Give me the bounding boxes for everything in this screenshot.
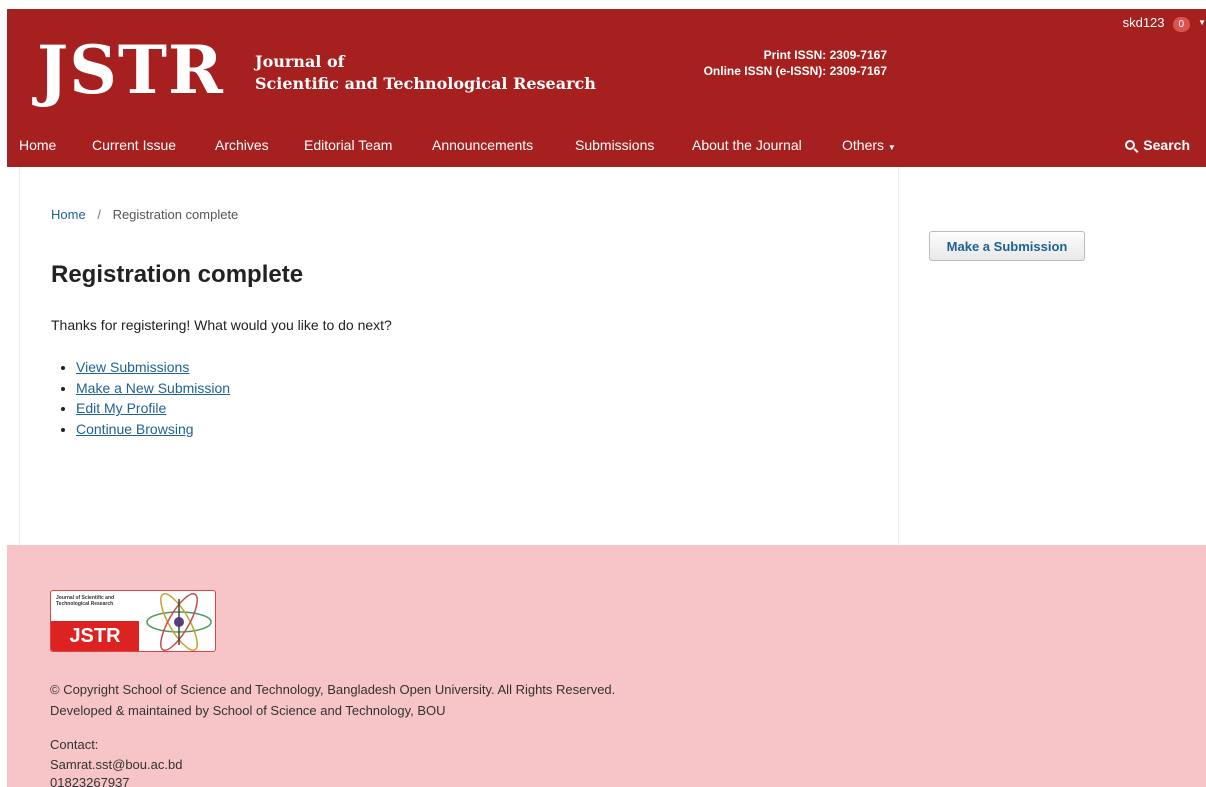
next-steps-list: View Submissions Make a New Submission E…: [76, 357, 230, 439]
main-nav: Home Current Issue Archives Editorial Te…: [7, 131, 1206, 159]
developed-text: Developed & maintained by School of Scie…: [50, 703, 446, 718]
nav-item-about[interactable]: About the Journal: [692, 137, 802, 153]
list-item: Continue Browsing: [76, 419, 230, 440]
print-issn: Print ISSN: 2309-7167: [763, 48, 887, 62]
continue-browsing-link[interactable]: Continue Browsing: [76, 421, 194, 437]
nav-item-others-label: Others: [842, 137, 885, 153]
nav-item-archives[interactable]: Archives: [215, 137, 269, 153]
search-label: Search: [1143, 137, 1190, 153]
site-footer: Journal of Scientific and Technological …: [7, 545, 1206, 787]
contact-email: Samrat.sst@bou.ac.bd: [50, 757, 183, 772]
search-icon: [1125, 140, 1136, 150]
nav-item-announcements[interactable]: Announcements: [432, 137, 533, 153]
nav-item-others[interactable]: Others ▼: [842, 137, 896, 153]
list-item: View Submissions: [76, 357, 230, 378]
journal-title-line1: Journal of: [255, 52, 345, 71]
main-content: Home / Registration complete Registratio…: [19, 167, 899, 545]
footer-logo-text: JSTR: [51, 621, 139, 651]
chevron-down-icon: ▼: [887, 143, 896, 152]
footer-logo-small-text: Journal of Scientific and Technological …: [56, 595, 115, 607]
online-issn: Online ISSN (e-ISSN): 2309-7167: [703, 64, 887, 78]
list-item: Make a New Submission: [76, 378, 230, 399]
copyright-text: © Copyright School of Science and Techno…: [50, 682, 616, 697]
view-submissions-link[interactable]: View Submissions: [76, 359, 189, 375]
chevron-down-icon[interactable]: ▼: [1198, 18, 1206, 27]
nav-item-current-issue[interactable]: Current Issue: [92, 137, 176, 153]
breadcrumb-home[interactable]: Home: [51, 207, 86, 222]
contact-label: Contact:: [50, 737, 99, 752]
page-title: Registration complete: [51, 261, 304, 288]
list-item: Edit My Profile: [76, 398, 230, 419]
username[interactable]: skd123: [1123, 15, 1165, 30]
issn-info: Print ISSN: 2309-7167 Online ISSN (e-ISS…: [647, 47, 887, 79]
make-submission-button[interactable]: Make a Submission: [929, 231, 1085, 261]
footer-logo: Journal of Scientific and Technological …: [50, 590, 216, 652]
nav-item-home[interactable]: Home: [19, 137, 56, 153]
journal-title: Journal of Scientific and Technological …: [255, 51, 596, 95]
search-link[interactable]: Search: [1125, 137, 1190, 153]
breadcrumb-current: Registration complete: [112, 207, 239, 222]
site-header: JSTR Journal of Scientific and Technolog…: [7, 9, 1206, 167]
new-submission-link[interactable]: Make a New Submission: [76, 380, 230, 396]
nav-item-submissions[interactable]: Submissions: [575, 137, 654, 153]
edit-profile-link[interactable]: Edit My Profile: [76, 400, 166, 416]
nav-item-editorial-team[interactable]: Editorial Team: [304, 137, 392, 153]
intro-text: Thanks for registering! What would you l…: [51, 317, 392, 333]
page-frame: JSTR Journal of Scientific and Technolog…: [7, 9, 1206, 787]
site-logo[interactable]: JSTR: [37, 37, 224, 103]
breadcrumb: Home / Registration complete: [51, 207, 238, 222]
atom-emblem-icon: [146, 593, 212, 651]
breadcrumb-separator: /: [97, 207, 101, 222]
contact-phone: 01823267937: [50, 775, 130, 787]
notification-badge[interactable]: 0: [1172, 17, 1191, 32]
user-menu[interactable]: skd123 0 ▼: [1123, 13, 1206, 32]
journal-title-line2: Scientific and Technological Research: [255, 74, 596, 93]
